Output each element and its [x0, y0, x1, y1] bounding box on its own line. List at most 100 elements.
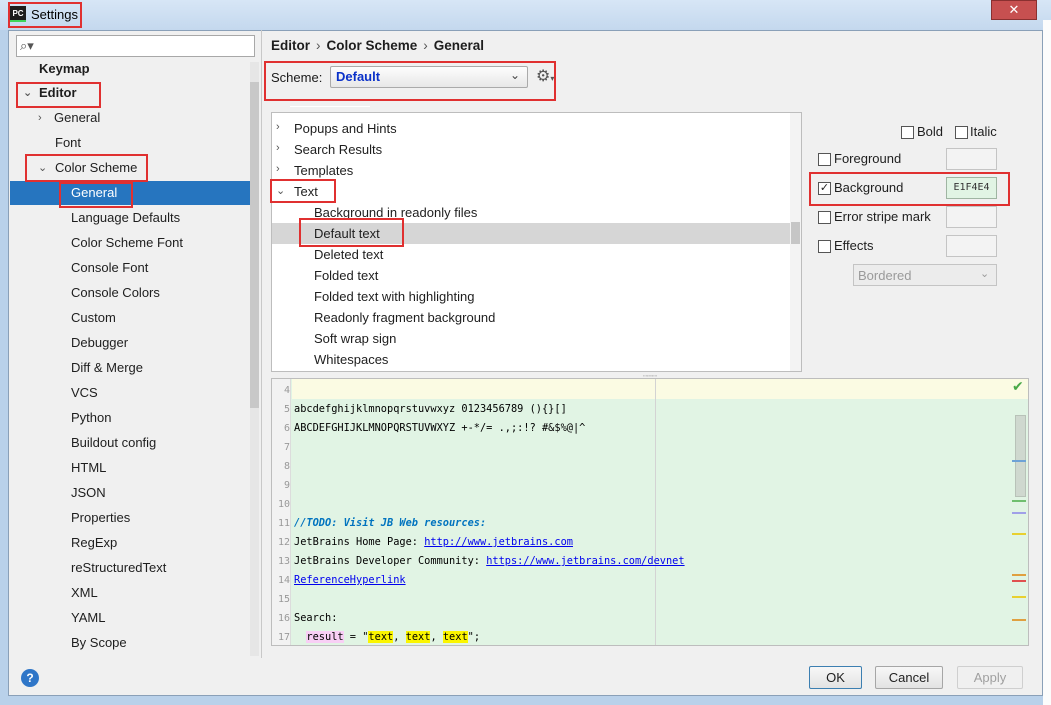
sidebar-item-label: General — [71, 185, 118, 200]
chevron-right-icon[interactable]: › — [276, 142, 280, 154]
sidebar-item-html[interactable]: HTML — [10, 456, 250, 480]
sidebar-item-label: reStructuredText — [71, 560, 167, 575]
close-window-button[interactable]: ✕ — [991, 0, 1037, 20]
error-stripe-color-swatch[interactable] — [946, 206, 997, 228]
line-number: 8 — [283, 461, 290, 472]
element-default-text[interactable]: Default text — [314, 223, 380, 244]
sidebar-item-console-font[interactable]: Console Font — [10, 256, 250, 280]
sidebar-item-label: Diff & Merge — [71, 360, 144, 375]
sidebar-item-properties[interactable]: Properties — [10, 506, 250, 530]
sidebar-item-label: Custom — [71, 310, 116, 325]
partially-hidden-row — [290, 106, 370, 111]
breadcrumb-general: General — [433, 38, 485, 53]
sidebar-item-label: Font — [55, 135, 82, 150]
bold-checkbox[interactable] — [901, 126, 914, 139]
sidebar-item-console-colors[interactable]: Console Colors — [10, 281, 250, 305]
sidebar-item-vcs[interactable]: VCS — [10, 381, 250, 405]
sidebar-item-custom[interactable]: Custom — [10, 306, 250, 330]
sidebar-scrollbar-thumb[interactable] — [250, 82, 259, 408]
background-color-swatch[interactable]: E1F4E4 — [946, 177, 997, 199]
cancel-button[interactable]: Cancel — [875, 666, 943, 689]
chevron-down-icon[interactable]: ⌄ — [38, 156, 47, 180]
element-tree-scrollbar-thumb[interactable] — [791, 222, 800, 244]
element-folded-text-highlighting[interactable]: Folded text with highlighting — [314, 286, 474, 307]
error-stripe-mark[interactable] — [1012, 574, 1026, 576]
help-icon[interactable]: ? — [21, 669, 39, 687]
sidebar-item-xml[interactable]: XML — [10, 581, 250, 605]
chevron-down-icon[interactable]: ⌄ — [276, 184, 285, 197]
error-stripe-checkbox[interactable] — [818, 211, 831, 224]
chevron-right-icon[interactable]: › — [38, 106, 42, 130]
foreground-checkbox[interactable] — [818, 153, 831, 166]
jetbrains-home-link[interactable]: http://www.jetbrains.com — [424, 536, 573, 548]
sidebar-item-language-defaults[interactable]: Language Defaults — [10, 206, 250, 230]
code-line-reference: ReferenceHyperlink — [294, 574, 406, 586]
title-bar — [0, 0, 1051, 30]
error-stripe-mark[interactable] — [1012, 512, 1026, 514]
code-preview — [271, 378, 1029, 646]
sidebar-item-editor-general[interactable]: › General — [10, 106, 250, 130]
reference-hyperlink[interactable]: ReferenceHyperlink — [294, 574, 406, 586]
chevron-right-icon[interactable]: › — [276, 163, 280, 175]
breadcrumb-separator: › — [316, 38, 321, 53]
sidebar-item-font[interactable]: Font — [10, 131, 250, 155]
sidebar-item-label: Python — [71, 410, 112, 425]
jetbrains-devnet-link[interactable]: https://www.jetbrains.com/devnet — [486, 555, 684, 567]
sidebar-item-yaml[interactable]: YAML — [10, 606, 250, 630]
breadcrumb-editor: Editor — [271, 38, 310, 53]
inspection-ok-icon[interactable]: ✔ — [1012, 378, 1024, 395]
pycharm-app-icon: PC — [10, 6, 26, 22]
chevron-down-icon[interactable]: ⌄ — [23, 81, 32, 105]
error-stripe-mark[interactable] — [1012, 460, 1026, 462]
element-deleted-text[interactable]: Deleted text — [314, 244, 383, 265]
element-soft-wrap-sign[interactable]: Soft wrap sign — [314, 328, 396, 349]
sidebar-item-diff-merge[interactable]: Diff & Merge — [10, 356, 250, 380]
ok-button[interactable]: OK — [809, 666, 862, 689]
sidebar-item-restructuredtext[interactable]: reStructuredText — [10, 556, 250, 580]
italic-checkbox[interactable] — [955, 126, 968, 139]
sidebar-item-color-scheme-font[interactable]: Color Scheme Font — [10, 231, 250, 255]
code-line-home-page: JetBrains Home Page: http://www.jetbrain… — [294, 536, 573, 548]
sidebar-item-color-scheme[interactable]: ⌄ Color Scheme — [10, 156, 250, 180]
effects-checkbox[interactable] — [818, 240, 831, 253]
window-title: Settings — [31, 7, 78, 22]
sidebar-item-by-scope[interactable]: By Scope — [10, 631, 250, 655]
element-readonly-fragment-bg[interactable]: Readonly fragment background — [314, 307, 495, 328]
sidebar-item-label: Keymap — [39, 62, 90, 76]
error-stripe-mark[interactable] — [1012, 580, 1026, 582]
element-text[interactable]: Text — [294, 181, 318, 202]
settings-search-input[interactable] — [16, 35, 255, 57]
sidebar-item-regexp[interactable]: RegExp — [10, 531, 250, 555]
error-stripe-mark[interactable] — [1012, 596, 1026, 598]
element-whitespaces[interactable]: Whitespaces — [314, 349, 388, 370]
element-background-readonly[interactable]: Background in readonly files — [314, 202, 477, 223]
effects-color-swatch[interactable] — [946, 235, 997, 257]
apply-button[interactable]: Apply — [957, 666, 1023, 689]
element-search-results[interactable]: Search Results — [294, 139, 382, 160]
sidebar-item-debugger[interactable]: Debugger — [10, 331, 250, 355]
sidebar-item-python[interactable]: Python — [10, 406, 250, 430]
sidebar-item-buildout-config[interactable]: Buildout config — [10, 431, 250, 455]
chevron-right-icon[interactable]: › — [276, 121, 280, 133]
error-stripe-mark[interactable] — [1012, 533, 1026, 535]
element-popups-and-hints[interactable]: Popups and Hints — [294, 118, 397, 139]
sidebar-item-color-scheme-general[interactable]: General — [10, 181, 250, 205]
breadcrumb: Editor › Color Scheme › General — [271, 38, 484, 53]
element-templates[interactable]: Templates — [294, 160, 353, 181]
sidebar-item-editor[interactable]: ⌄ Editor — [10, 81, 250, 105]
error-stripe-mark[interactable] — [1012, 619, 1026, 621]
foreground-color-swatch[interactable] — [946, 148, 997, 170]
sidebar-item-label: Buildout config — [71, 435, 157, 450]
panel-divider[interactable] — [261, 30, 262, 658]
code-text: = " — [343, 631, 369, 643]
sidebar-item-label: RegExp — [71, 535, 118, 550]
preview-scrollbar-thumb[interactable] — [1015, 415, 1026, 497]
sidebar-item-json[interactable]: JSON — [10, 481, 250, 505]
background-checkbox[interactable]: ✓ — [818, 182, 831, 195]
error-stripe-mark[interactable] — [1012, 500, 1026, 502]
window-edge — [1043, 20, 1051, 705]
sidebar-item-keymap[interactable]: Keymap — [10, 62, 250, 81]
element-folded-text[interactable]: Folded text — [314, 265, 378, 286]
gear-icon[interactable]: ⚙▾ — [536, 66, 554, 86]
sidebar-item-label: Debugger — [71, 335, 129, 350]
